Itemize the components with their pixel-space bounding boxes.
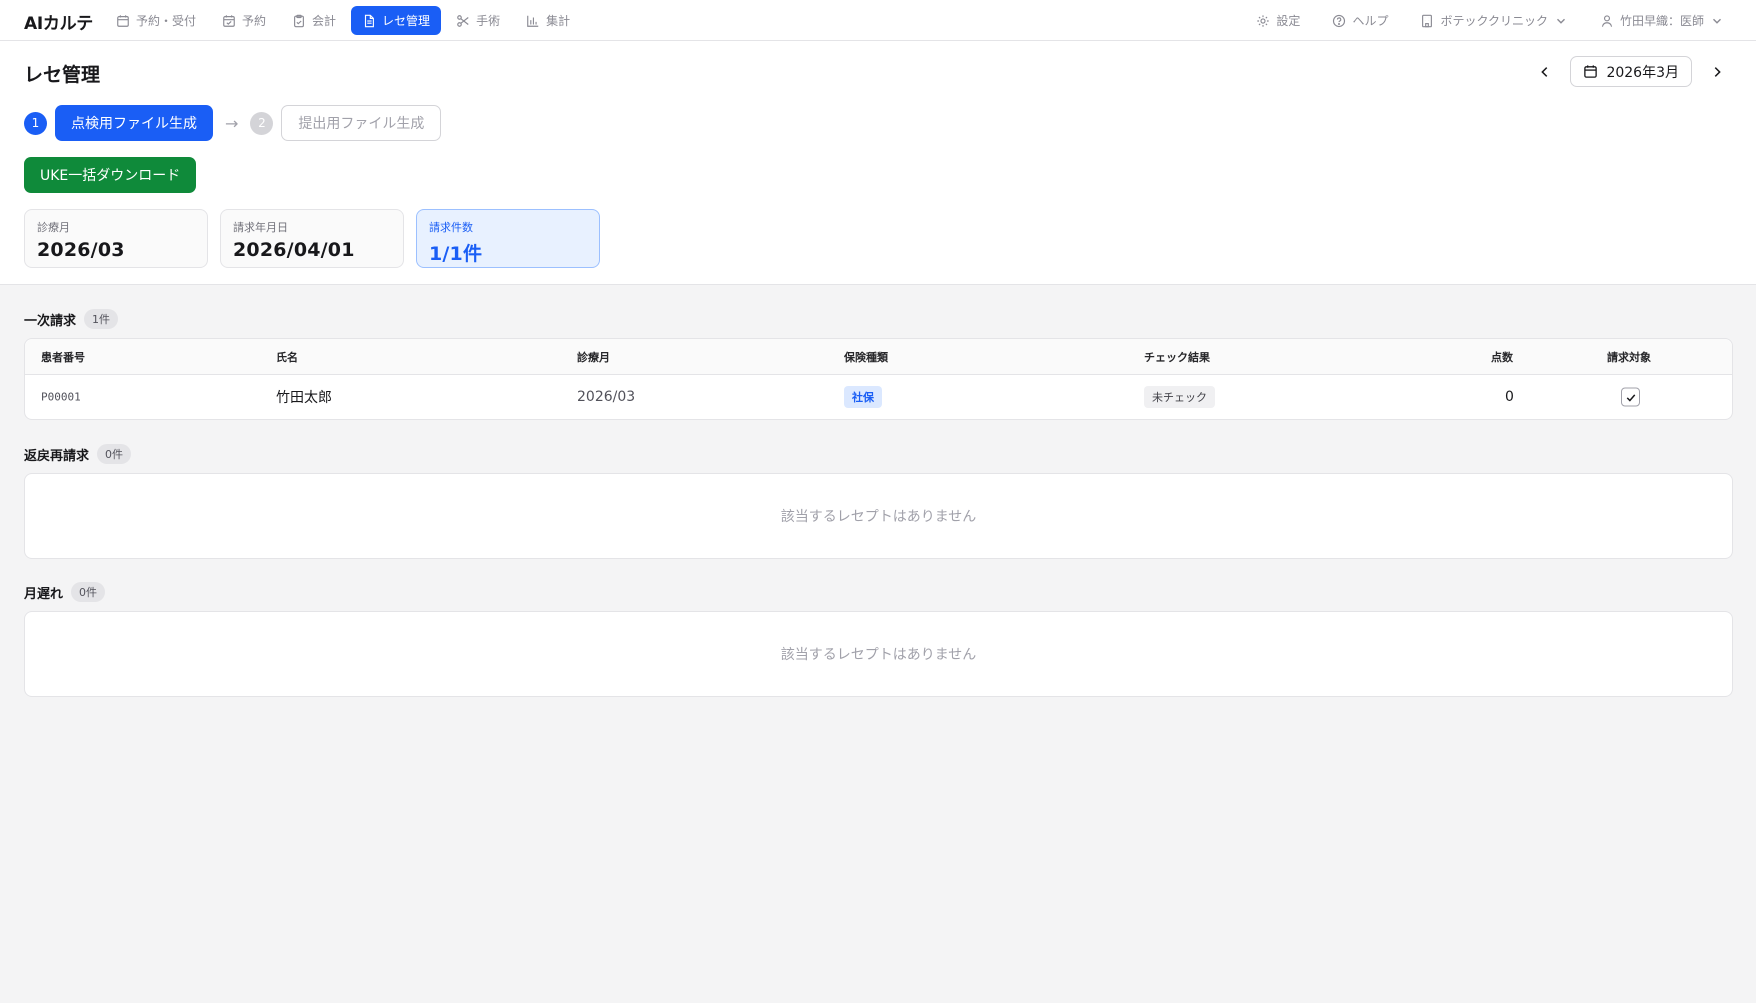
card-seikyu-count: 請求件数 1/1件 xyxy=(416,209,600,268)
help-label: ヘルプ xyxy=(1352,14,1389,28)
scissors-icon xyxy=(457,14,469,27)
top-nav-bar: AIカルテ 予約・受付 予約 会計 レセ管理 手術 集計 設定 ヘルプ ボテック… xyxy=(0,0,1756,41)
primary-claims-table: 患者番号 氏名 診療月 保険種類 チェック結果 点数 請求対象 P00001 竹… xyxy=(24,338,1733,420)
count-badge: 0件 xyxy=(97,444,132,464)
calendar-icon xyxy=(117,14,129,27)
clinic-name: ボテッククリニック xyxy=(1440,14,1548,28)
count-badge: 0件 xyxy=(71,582,106,602)
bar-chart-icon xyxy=(527,15,539,27)
generate-inspection-file-button[interactable]: 点検用ファイル生成 xyxy=(55,105,213,141)
nav-item-accounting[interactable]: 会計 xyxy=(281,6,347,35)
chevron-right-icon xyxy=(1714,66,1721,77)
page-title: レセ管理 xyxy=(24,64,101,86)
empty-message: 該当するレセプトはありません xyxy=(780,509,977,525)
nav-item-surgery[interactable]: 手術 xyxy=(445,6,511,35)
nav-item-label: 集計 xyxy=(546,14,571,28)
user-menu[interactable]: 竹田早織：医師 xyxy=(1592,6,1732,35)
section-title: 一次請求 xyxy=(24,313,77,329)
chevron-down-icon xyxy=(1556,18,1565,24)
card-seikyu-date: 請求年月日 2026/04/01 xyxy=(220,209,404,268)
clipboard-check-icon xyxy=(294,14,304,27)
card-value: 2026/03 xyxy=(37,239,125,261)
calendar-icon xyxy=(1584,65,1598,78)
table-row[interactable]: P00001 竹田太郎 2026/03 社保 未チェック 0 xyxy=(25,375,1732,419)
main-nav: 予約・受付 予約 会計 レセ管理 手術 集計 xyxy=(105,6,581,35)
section-title: 月遅れ xyxy=(24,586,64,602)
nav-item-reservation[interactable]: 予約 xyxy=(211,6,277,35)
month-picker-label: 2026年3月 xyxy=(1606,64,1679,81)
settings-link[interactable]: 設定 xyxy=(1248,6,1308,35)
column-header-name[interactable]: 氏名 xyxy=(276,349,298,365)
checkmark-icon xyxy=(1626,393,1635,402)
user-icon xyxy=(1601,14,1613,27)
patient-id: P00001 xyxy=(41,390,81,404)
step-2-number: 2 xyxy=(250,111,274,135)
user-name: 竹田早織：医師 xyxy=(1619,14,1704,28)
column-header-check-result[interactable]: チェック結果 xyxy=(1144,349,1210,365)
summary-cards: 診療月 2026/03 請求年月日 2026/04/01 請求件数 1/1件 xyxy=(24,209,600,268)
uke-bulk-download-button[interactable]: UKE一括ダウンロード xyxy=(24,157,197,193)
card-label: 請求件数 xyxy=(429,221,473,234)
nav-item-rece-management[interactable]: レセ管理 xyxy=(351,6,442,35)
returned-claims-table: 該当するレセプトはありません xyxy=(24,473,1733,559)
insurance-badge: 社保 xyxy=(844,386,882,408)
document-icon xyxy=(364,14,374,27)
nav-item-label: 手術 xyxy=(476,14,501,28)
check-result-badge: 未チェック xyxy=(1144,386,1215,408)
points-value: 0 xyxy=(1505,389,1514,405)
month-navigator: 2026年3月 xyxy=(1530,56,1732,87)
count-badge: 1件 xyxy=(84,309,119,329)
settings-label: 設定 xyxy=(1276,14,1301,28)
section-returned-header: 返戻再請求 0件 xyxy=(24,444,132,464)
help-circle-icon xyxy=(1333,14,1346,27)
building-icon xyxy=(1422,14,1433,27)
step-arrow: → xyxy=(225,113,239,133)
nav-item-label: 予約 xyxy=(242,14,267,28)
step-1-number: 1 xyxy=(24,111,47,135)
nav-right: 設定 ヘルプ ボテッククリニック 竹田早織：医師 xyxy=(1248,6,1732,35)
chevron-down-icon xyxy=(1713,18,1721,24)
card-shinryo-month: 診療月 2026/03 xyxy=(24,209,208,268)
header-panel: レセ管理 2026年3月 1 点検用ファイル生成 → 2 提出用ファイル生成 U… xyxy=(0,41,1756,285)
column-header-insurance[interactable]: 保険種類 xyxy=(844,349,888,365)
billing-target-checkbox[interactable] xyxy=(1621,387,1640,407)
column-header-billing-target[interactable]: 請求対象 xyxy=(1607,349,1651,365)
generate-submission-file-button[interactable]: 提出用ファイル生成 xyxy=(281,105,442,141)
prev-month-button[interactable] xyxy=(1530,57,1560,87)
nav-item-statistics[interactable]: 集計 xyxy=(515,6,581,35)
nav-item-label: 予約・受付 xyxy=(136,14,197,28)
card-label: 診療月 xyxy=(37,221,70,234)
nav-item-label: 会計 xyxy=(312,14,337,28)
chevron-left-icon xyxy=(1541,66,1548,77)
column-header-month[interactable]: 診療月 xyxy=(577,349,610,365)
next-month-button[interactable] xyxy=(1702,57,1732,87)
card-value: 1/1件 xyxy=(429,243,483,265)
empty-message: 該当するレセプトはありません xyxy=(780,647,977,663)
step-indicator: 1 点検用ファイル生成 → 2 提出用ファイル生成 xyxy=(24,105,442,141)
card-label: 請求年月日 xyxy=(233,221,288,234)
month-picker[interactable]: 2026年3月 xyxy=(1570,56,1692,87)
late-claims-table: 該当するレセプトはありません xyxy=(24,611,1733,697)
nav-item-reservation-reception[interactable]: 予約・受付 xyxy=(105,6,207,35)
shinryo-month: 2026/03 xyxy=(577,389,636,405)
column-header-points[interactable]: 点数 xyxy=(1491,349,1513,365)
clinic-selector[interactable]: ボテッククリニック xyxy=(1412,6,1576,35)
card-value: 2026/04/01 xyxy=(233,239,355,261)
patient-name: 竹田太郎 xyxy=(276,390,332,406)
calendar-check-icon xyxy=(223,14,235,27)
app-brand[interactable]: AIカルテ xyxy=(24,9,93,34)
gear-icon xyxy=(1257,14,1270,27)
table-header: 患者番号 氏名 診療月 保険種類 チェック結果 点数 請求対象 xyxy=(25,339,1732,375)
help-link[interactable]: ヘルプ xyxy=(1324,6,1396,35)
column-header-patient-id[interactable]: 患者番号 xyxy=(41,349,85,365)
nav-item-label: レセ管理 xyxy=(382,14,431,28)
section-late-header: 月遅れ 0件 xyxy=(24,582,106,602)
section-primary-header: 一次請求 1件 xyxy=(24,309,119,329)
section-title: 返戻再請求 xyxy=(24,448,90,464)
